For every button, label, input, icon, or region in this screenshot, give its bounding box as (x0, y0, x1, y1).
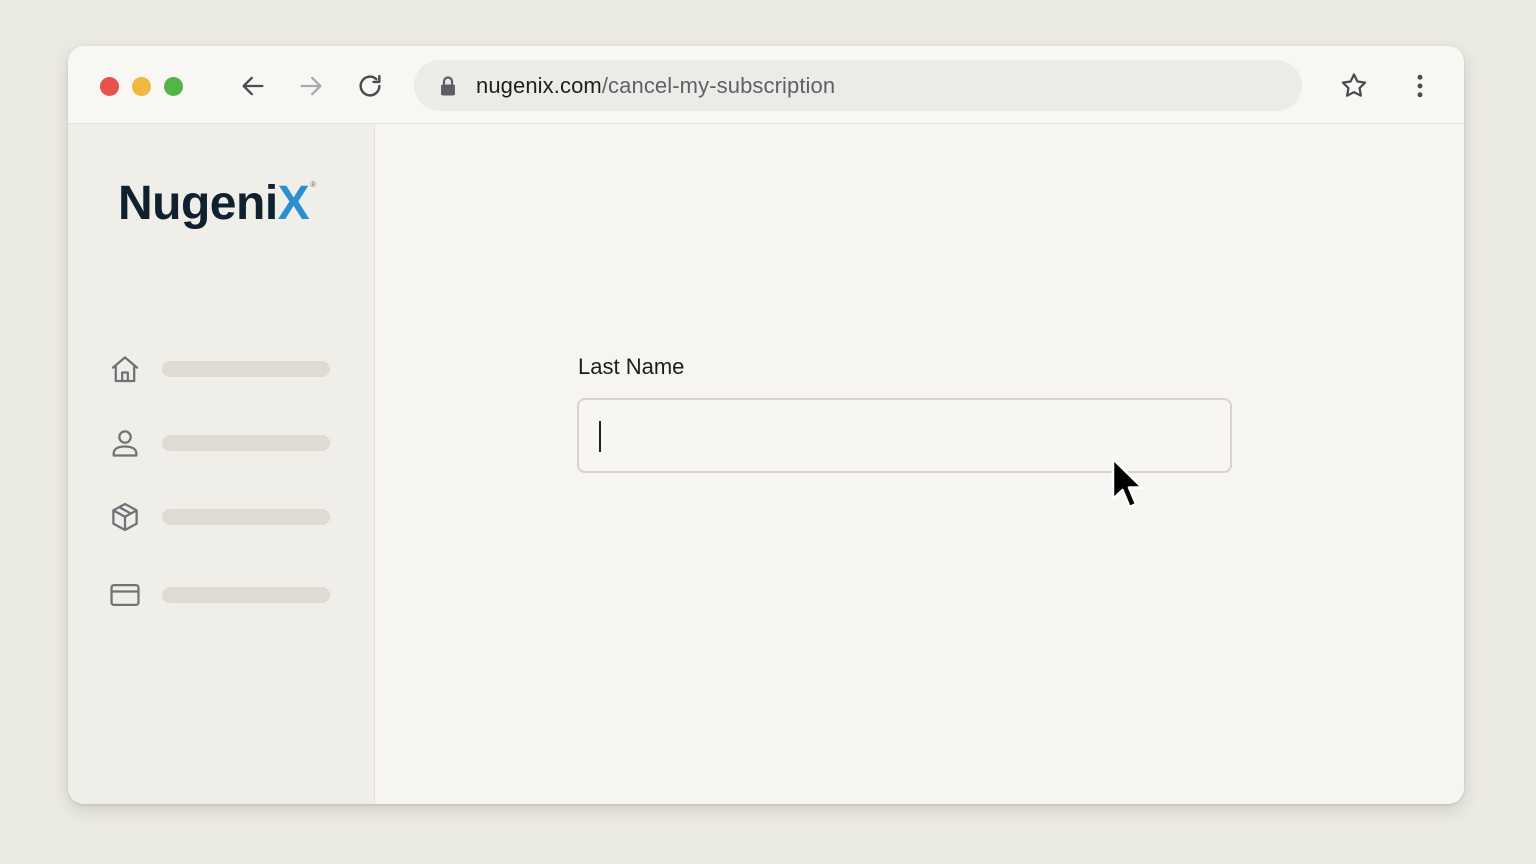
close-window-button[interactable] (100, 77, 119, 96)
reload-icon (359, 74, 381, 97)
address-bar[interactable]: nugenix.com/cancel-my-subscription (414, 60, 1302, 111)
star-icon (1341, 73, 1367, 97)
url-path: /cancel-my-subscription (601, 73, 836, 98)
lock-icon (441, 76, 455, 96)
sidebar-item-orders[interactable] (106, 498, 336, 534)
back-button[interactable] (237, 70, 269, 102)
logo-accent: X (277, 177, 310, 230)
arrow-right-icon (300, 76, 322, 96)
reload-button[interactable] (354, 70, 386, 102)
package-icon (112, 502, 138, 532)
nugenix-logo[interactable]: NugeniX® (118, 176, 316, 236)
sidebar-item-home[interactable] (106, 350, 336, 386)
bookmark-button[interactable] (1338, 70, 1370, 102)
arrow-left-icon (242, 76, 264, 96)
sidebar-item-label-placeholder (162, 509, 330, 525)
sidebar: NugeniX® (68, 124, 375, 804)
user-icon (112, 430, 138, 457)
sidebar-item-label-placeholder (162, 435, 330, 451)
browser-window: nugenix.com/cancel-my-subscription Nugen… (68, 46, 1464, 804)
sidebar-item-billing[interactable] (106, 576, 336, 612)
browser-menu-button[interactable] (1404, 70, 1436, 102)
registered-mark: ® (310, 180, 316, 189)
text-caret (599, 421, 601, 452)
mouse-pointer-icon (1111, 457, 1144, 509)
sidebar-item-account[interactable] (106, 424, 336, 460)
url-text[interactable]: nugenix.com/cancel-my-subscription (476, 60, 835, 111)
sidebar-item-label-placeholder (162, 587, 330, 603)
last-name-label: Last Name (578, 354, 685, 379)
kebab-menu-icon (1417, 74, 1423, 98)
home-icon (111, 356, 139, 383)
forward-button[interactable] (295, 70, 327, 102)
browser-toolbar: nugenix.com/cancel-my-subscription (68, 46, 1464, 124)
sidebar-item-label-placeholder (162, 361, 330, 377)
credit-card-icon (110, 583, 140, 607)
logo-main: Nugeni (118, 177, 278, 230)
url-domain: nugenix.com (476, 73, 602, 98)
minimize-window-button[interactable] (132, 77, 151, 96)
main-content: Last Name (375, 124, 1464, 804)
maximize-window-button[interactable] (164, 77, 183, 96)
